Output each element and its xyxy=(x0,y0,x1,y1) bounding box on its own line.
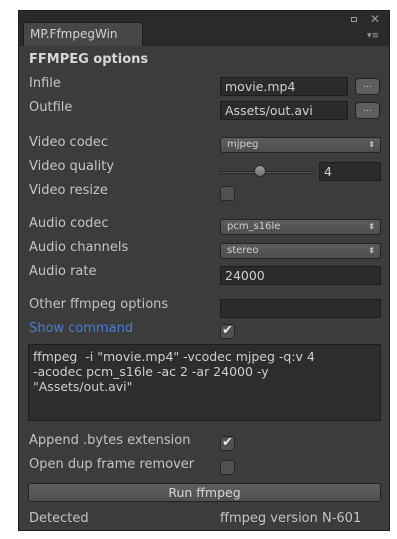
detected-label: Detected xyxy=(29,511,89,526)
infile-input[interactable]: movie.mp4 xyxy=(220,77,348,96)
audio-channels-label: Audio channels xyxy=(29,240,129,255)
other-options-input[interactable] xyxy=(220,299,381,318)
video-resize-checkbox[interactable] xyxy=(220,186,235,201)
command-textarea[interactable]: ffmpeg -i "movie.mp4" -vcodec mjpeg -q:v… xyxy=(28,344,381,421)
close-icon[interactable]: ✕ xyxy=(370,13,380,25)
show-command-checkbox[interactable]: ✔ xyxy=(220,324,235,339)
show-command-label: Show command xyxy=(29,321,134,336)
video-codec-value: mjpeg xyxy=(227,139,259,150)
audio-rate-label: Audio rate xyxy=(29,264,97,279)
updown-arrow-icon: ⬍ xyxy=(368,222,375,231)
video-resize-label: Video resize xyxy=(29,183,108,198)
infile-label: Infile xyxy=(29,76,61,91)
outfile-label: Outfile xyxy=(29,100,73,115)
menu-icon[interactable]: ▾≡ xyxy=(367,31,379,41)
updown-arrow-icon: ⬍ xyxy=(368,140,375,149)
run-ffmpeg-button[interactable]: Run ffmpeg xyxy=(28,483,381,502)
maximize-icon[interactable] xyxy=(351,17,357,22)
audio-channels-dropdown[interactable]: stereo ⬍ xyxy=(220,243,381,259)
video-quality-slider-track[interactable] xyxy=(220,171,315,174)
other-options-label: Other ffmpeg options xyxy=(29,297,169,312)
outfile-input[interactable]: Assets/out.avi xyxy=(220,101,348,120)
video-quality-label: Video quality xyxy=(29,159,115,174)
append-bytes-label: Append .bytes extension xyxy=(29,433,191,448)
audio-codec-value: pcm_s16le xyxy=(227,221,281,232)
detected-version: ffmpeg version N-601 xyxy=(220,511,362,526)
ffmpeg-window: MP.FfmpegWin ✕ ▾≡ FFMPEG options Infile … xyxy=(18,10,390,531)
window-tab[interactable]: MP.FfmpegWin xyxy=(23,22,143,46)
audio-channels-value: stereo xyxy=(227,245,259,256)
video-quality-slider-thumb[interactable] xyxy=(254,165,266,177)
audio-codec-label: Audio codec xyxy=(29,216,109,231)
section-title: FFMPEG options xyxy=(29,52,149,67)
updown-arrow-icon: ⬍ xyxy=(368,246,375,255)
video-codec-dropdown[interactable]: mjpeg ⬍ xyxy=(220,137,381,153)
infile-browse-button[interactable]: ... xyxy=(355,78,380,95)
options-panel: FFMPEG options Infile movie.mp4 ... Outf… xyxy=(19,46,389,530)
audio-codec-dropdown[interactable]: pcm_s16le ⬍ xyxy=(220,219,381,235)
audio-rate-input[interactable]: 24000 xyxy=(220,266,381,285)
open-dup-label: Open dup frame remover xyxy=(29,457,195,472)
video-quality-input[interactable]: 4 xyxy=(319,162,381,181)
outfile-browse-button[interactable]: ... xyxy=(355,102,380,119)
title-bar: MP.FfmpegWin ✕ ▾≡ xyxy=(19,11,389,46)
video-codec-label: Video codec xyxy=(29,135,109,150)
open-dup-checkbox[interactable] xyxy=(220,460,235,475)
append-bytes-checkbox[interactable]: ✔ xyxy=(220,436,235,451)
